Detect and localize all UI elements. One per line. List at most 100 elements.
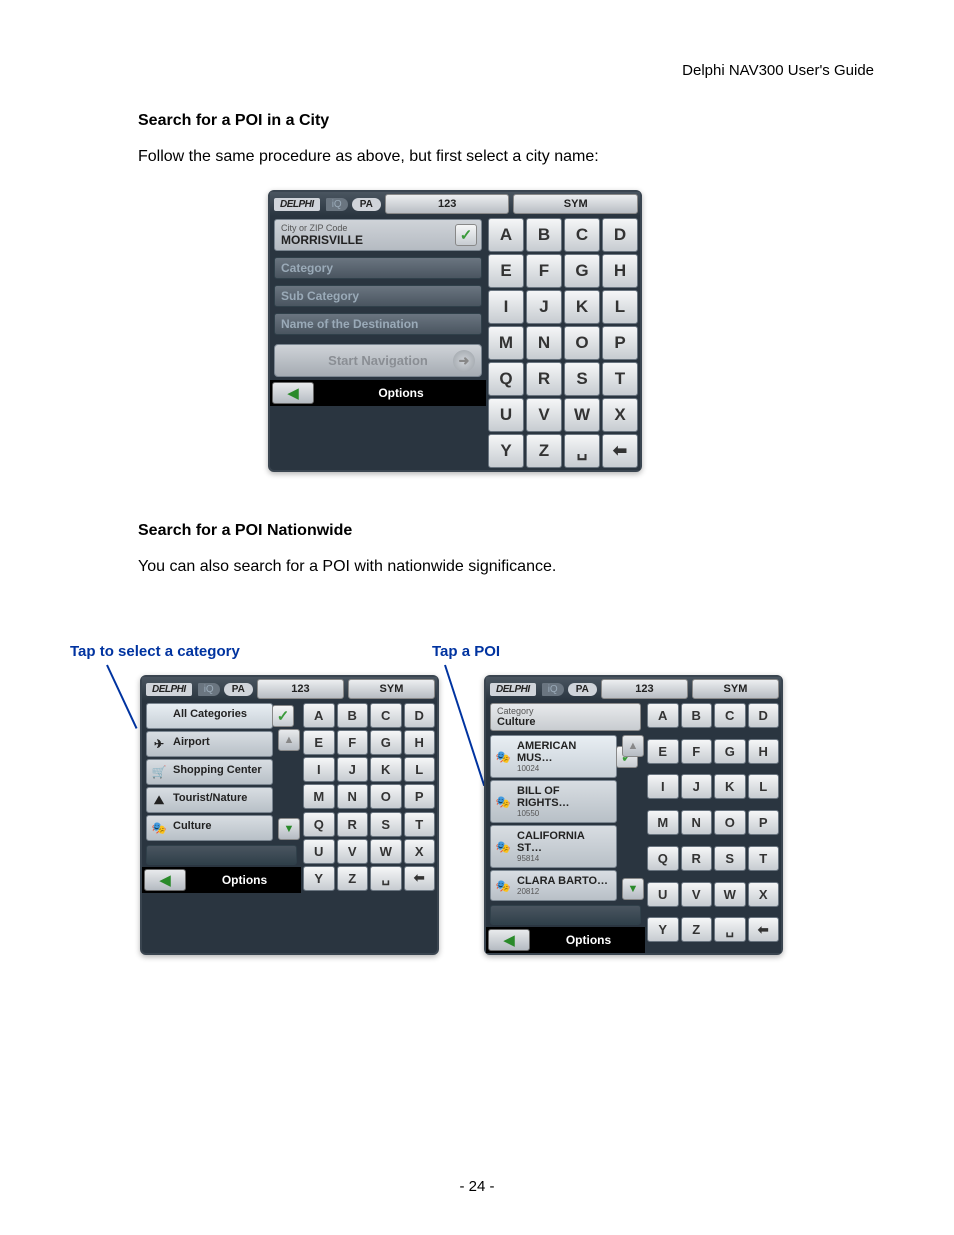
key-i[interactable]: I (488, 290, 524, 324)
key-u[interactable]: U (303, 839, 335, 864)
key-q[interactable]: Q (303, 812, 335, 837)
tab-123[interactable]: 123 (257, 679, 344, 699)
back-button[interactable]: ◀ (272, 382, 314, 404)
key-y[interactable]: Y (303, 866, 335, 891)
key-t[interactable]: T (404, 812, 436, 837)
key-s[interactable]: S (714, 846, 746, 871)
key-f[interactable]: F (337, 730, 369, 755)
scroll-down-icon[interactable]: ▼ (622, 878, 644, 900)
category-item[interactable]: ⛰Tourist/Nature (146, 787, 273, 813)
key-h[interactable]: H (404, 730, 436, 755)
key-e[interactable]: E (647, 739, 679, 764)
key-w[interactable]: W (564, 398, 600, 432)
key-c[interactable]: C (564, 218, 600, 252)
key-⬅[interactable]: ⬅ (748, 917, 780, 942)
key-f[interactable]: F (526, 254, 562, 288)
options-button[interactable]: Options (532, 927, 645, 953)
key-w[interactable]: W (370, 839, 402, 864)
category-item[interactable]: 🛒Shopping Center (146, 759, 273, 785)
key-b[interactable]: B (337, 703, 369, 728)
check-icon[interactable]: ✓ (455, 224, 477, 246)
back-button[interactable]: ◀ (488, 929, 530, 951)
key-e[interactable]: E (488, 254, 524, 288)
pa-badge[interactable]: PA (568, 683, 597, 696)
key-j[interactable]: J (526, 290, 562, 324)
key-d[interactable]: D (602, 218, 638, 252)
key-g[interactable]: G (564, 254, 600, 288)
key-k[interactable]: K (370, 757, 402, 782)
key-l[interactable]: L (602, 290, 638, 324)
tab-123[interactable]: 123 (601, 679, 688, 699)
key-␣[interactable]: ␣ (370, 866, 402, 891)
tab-123[interactable]: 123 (385, 194, 510, 214)
key-⬅[interactable]: ⬅ (404, 866, 436, 891)
key-z[interactable]: Z (681, 917, 713, 942)
key-p[interactable]: P (602, 326, 638, 360)
key-y[interactable]: Y (488, 434, 524, 468)
check-icon[interactable]: ✓ (272, 705, 294, 727)
options-button[interactable]: Options (316, 380, 486, 406)
scroll-up-icon[interactable]: ▲ (622, 735, 644, 757)
poi-item[interactable]: 🎭CALIFORNIA ST…95814 (490, 825, 617, 868)
key-p[interactable]: P (404, 784, 436, 809)
key-k[interactable]: K (564, 290, 600, 324)
key-s[interactable]: S (370, 812, 402, 837)
key-s[interactable]: S (564, 362, 600, 396)
key-e[interactable]: E (303, 730, 335, 755)
key-k[interactable]: K (714, 774, 746, 799)
key-p[interactable]: P (748, 810, 780, 835)
city-field[interactable]: City or ZIP Code MORRISVILLE ✓ (274, 219, 482, 251)
key-f[interactable]: F (681, 739, 713, 764)
category-item[interactable]: ✈Airport (146, 731, 273, 757)
key-w[interactable]: W (714, 882, 746, 907)
key-t[interactable]: T (602, 362, 638, 396)
key-v[interactable]: V (337, 839, 369, 864)
key-␣[interactable]: ␣ (564, 434, 600, 468)
pa-badge[interactable]: PA (224, 683, 253, 696)
tab-sym[interactable]: SYM (692, 679, 779, 699)
key-␣[interactable]: ␣ (714, 917, 746, 942)
key-n[interactable]: N (681, 810, 713, 835)
key-t[interactable]: T (748, 846, 780, 871)
key-a[interactable]: A (488, 218, 524, 252)
key-r[interactable]: R (337, 812, 369, 837)
key-b[interactable]: B (681, 703, 713, 728)
key-g[interactable]: G (370, 730, 402, 755)
key-o[interactable]: O (564, 326, 600, 360)
key-q[interactable]: Q (647, 846, 679, 871)
tab-sym[interactable]: SYM (348, 679, 435, 699)
key-g[interactable]: G (714, 739, 746, 764)
category-item[interactable]: 🎭Culture (146, 815, 273, 841)
key-v[interactable]: V (681, 882, 713, 907)
key-x[interactable]: X (404, 839, 436, 864)
key-z[interactable]: Z (337, 866, 369, 891)
key-m[interactable]: M (647, 810, 679, 835)
poi-item[interactable]: 🎭CLARA BARTO…20812 (490, 870, 617, 901)
key-n[interactable]: N (526, 326, 562, 360)
key-o[interactable]: O (370, 784, 402, 809)
key-m[interactable]: M (488, 326, 524, 360)
tab-sym[interactable]: SYM (513, 194, 638, 214)
key-d[interactable]: D (404, 703, 436, 728)
key-y[interactable]: Y (647, 917, 679, 942)
options-button[interactable]: Options (188, 867, 301, 893)
key-i[interactable]: I (303, 757, 335, 782)
key-j[interactable]: J (337, 757, 369, 782)
key-u[interactable]: U (647, 882, 679, 907)
key-a[interactable]: A (647, 703, 679, 728)
key-m[interactable]: M (303, 784, 335, 809)
category-item[interactable]: All Categories✓ (146, 703, 273, 729)
key-z[interactable]: Z (526, 434, 562, 468)
key-n[interactable]: N (337, 784, 369, 809)
scroll-up-icon[interactable]: ▲ (278, 729, 300, 751)
key-q[interactable]: Q (488, 362, 524, 396)
pa-badge[interactable]: PA (352, 198, 381, 211)
key-h[interactable]: H (602, 254, 638, 288)
key-⬅[interactable]: ⬅ (602, 434, 638, 468)
key-c[interactable]: C (370, 703, 402, 728)
key-a[interactable]: A (303, 703, 335, 728)
key-d[interactable]: D (748, 703, 780, 728)
poi-item[interactable]: 🎭BILL OF RIGHTS…10550 (490, 780, 617, 823)
key-v[interactable]: V (526, 398, 562, 432)
back-button[interactable]: ◀ (144, 869, 186, 891)
